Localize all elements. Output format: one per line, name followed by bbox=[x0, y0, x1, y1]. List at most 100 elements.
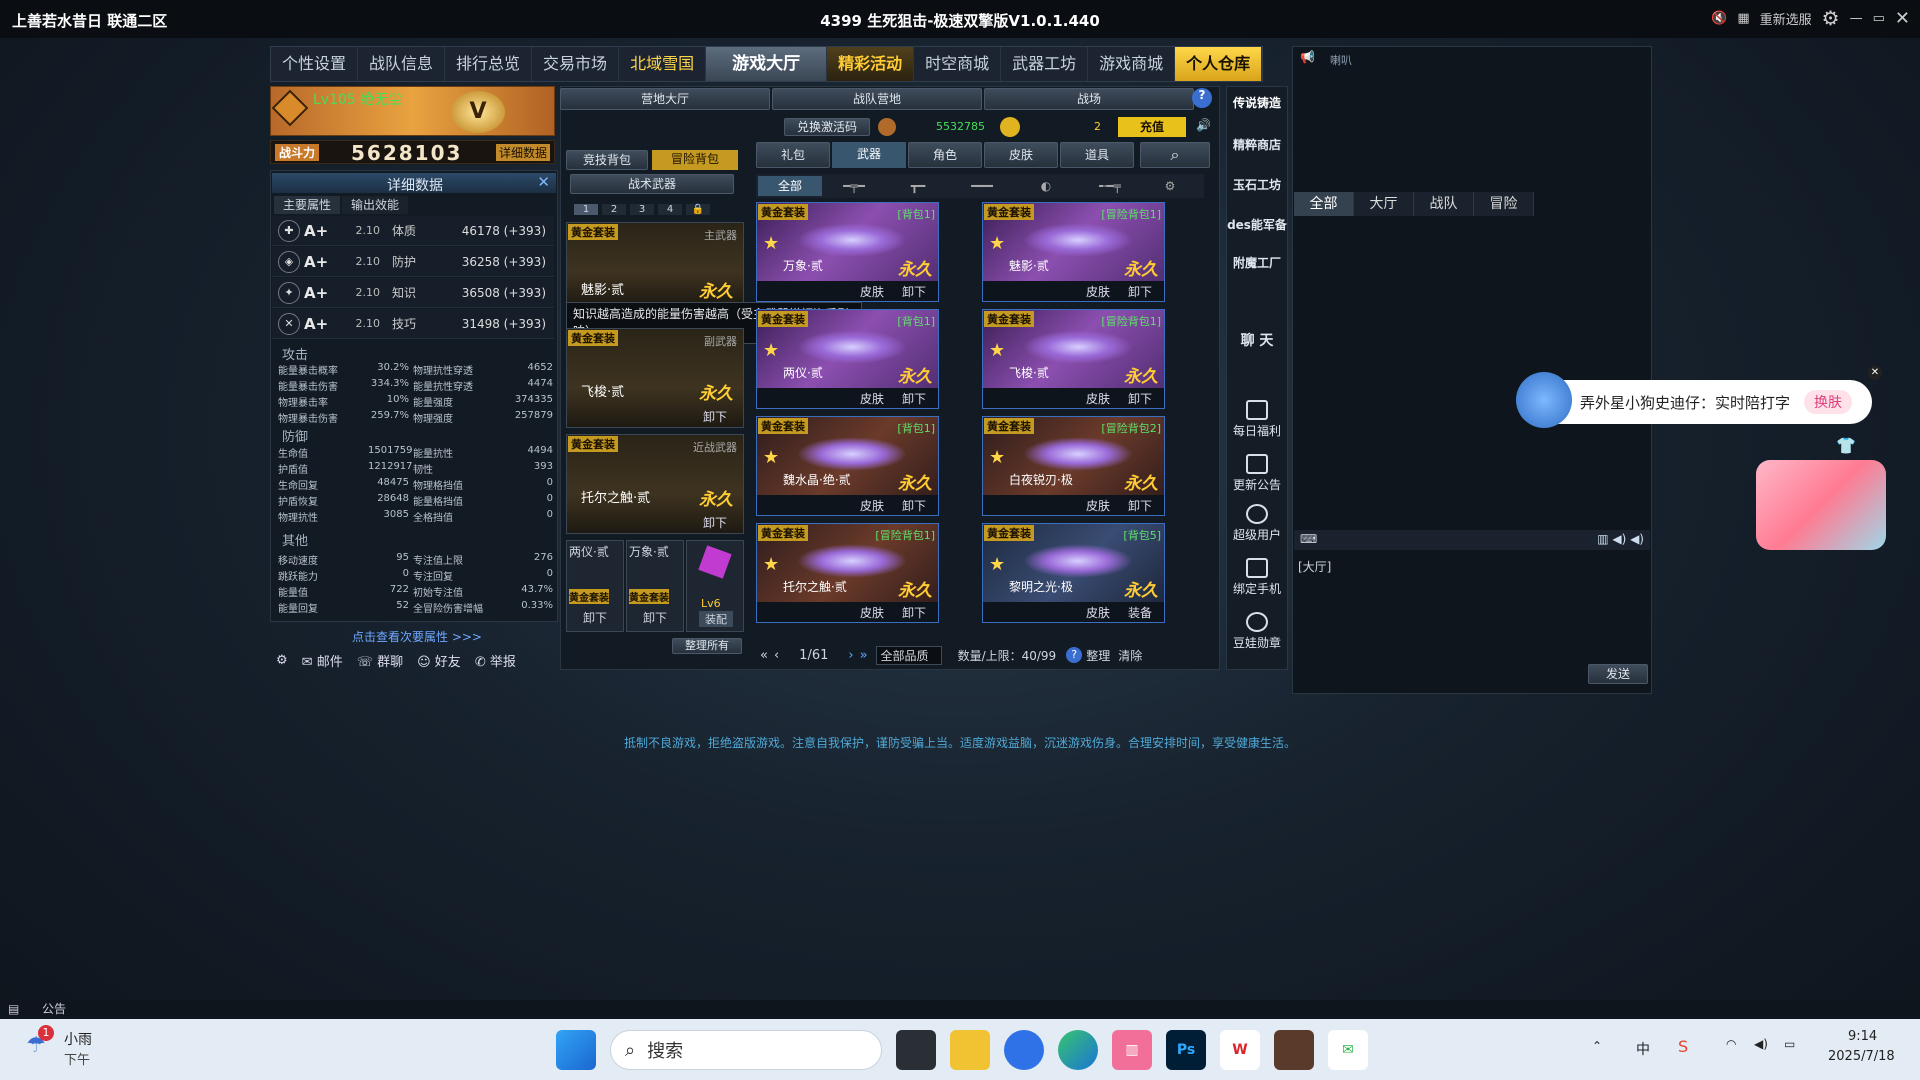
watermelon-widget[interactable] bbox=[1756, 460, 1886, 550]
item-card[interactable]: 黄金套装 [背包5] ★ 黎明之光·极 永久 皮肤 装备 bbox=[982, 523, 1165, 623]
nav-rank[interactable]: 排行总览 bbox=[445, 47, 533, 81]
equipped-primary[interactable]: 黄金套装 主武器 魅影·贰 永久 bbox=[566, 222, 744, 306]
filter-all[interactable]: 全部 bbox=[758, 176, 822, 196]
report-button[interactable]: ✆ 举报 bbox=[475, 651, 516, 670]
feature-jade-workshop[interactable]: 玉石工坊 bbox=[1227, 176, 1287, 193]
unequip-button[interactable]: 卸下 bbox=[902, 497, 926, 514]
detail-tab-output[interactable]: 输出效能 bbox=[342, 196, 408, 214]
chat-tab-all[interactable]: 全部 bbox=[1294, 192, 1354, 216]
chat-tab-team[interactable]: 战队 bbox=[1414, 192, 1474, 216]
skin-button[interactable]: 皮肤 bbox=[1086, 497, 1110, 514]
item-card[interactable]: 黄金套装 [冒险背包1] ★ 托尔之触·贰 永久 皮肤 卸下 bbox=[756, 523, 939, 623]
last-page-icon[interactable]: » bbox=[860, 648, 868, 663]
task-view-icon[interactable] bbox=[896, 1030, 936, 1070]
mail-button[interactable]: ✉ 邮件 bbox=[302, 651, 343, 670]
grid-icon[interactable]: ▦ bbox=[1737, 11, 1749, 26]
nav-events[interactable]: 精彩活动 bbox=[827, 47, 915, 81]
more-attrs-link[interactable]: 点击查看次要属性 >>> bbox=[352, 628, 482, 645]
clear-button[interactable]: 清除 bbox=[1118, 647, 1142, 664]
float-close-icon[interactable]: ✕ bbox=[1868, 366, 1882, 380]
detail-close-icon[interactable]: ✕ bbox=[537, 173, 550, 191]
bulletin-label[interactable]: 公告 bbox=[42, 1002, 66, 1016]
rifle-icon[interactable]: ━╤━ bbox=[822, 179, 886, 193]
game-icon[interactable] bbox=[1274, 1030, 1314, 1070]
nav-snow[interactable]: 北域雪国 bbox=[619, 47, 707, 81]
sort-button[interactable]: 整理 bbox=[1086, 647, 1110, 664]
browser-icon[interactable] bbox=[1004, 1030, 1044, 1070]
nav-warehouse[interactable]: 个人仓库 bbox=[1175, 47, 1263, 81]
shirt-icon[interactable]: 👕 bbox=[1836, 436, 1856, 455]
feature-essence-shop[interactable]: 精粹商店 bbox=[1227, 136, 1287, 153]
first-page-icon[interactable]: « bbox=[760, 648, 768, 663]
nav-time-shop[interactable]: 时空商城 bbox=[914, 47, 1002, 81]
skin-button[interactable]: 皮肤 bbox=[860, 283, 884, 300]
unequip-button[interactable]: 卸下 bbox=[1128, 497, 1152, 514]
unequip-button[interactable]: 卸下 bbox=[567, 609, 623, 626]
ime-indicator[interactable]: 中 bbox=[1636, 1039, 1650, 1059]
quality-select[interactable]: 全部品质 bbox=[875, 645, 942, 665]
update-notice[interactable]: 更新公告 bbox=[1227, 454, 1287, 493]
chat-tab-adventure[interactable]: 冒险 bbox=[1474, 192, 1534, 216]
skin-button[interactable]: 皮肤 bbox=[1086, 604, 1110, 621]
super-user[interactable]: 超级用户 bbox=[1227, 504, 1287, 543]
mute-icon[interactable]: 🔇 bbox=[1711, 11, 1727, 26]
nav-hall[interactable]: 游戏大厅 bbox=[706, 47, 828, 81]
daily-welfare[interactable]: 每日福利 bbox=[1227, 400, 1287, 439]
tab-battlefield[interactable]: 战场 bbox=[984, 88, 1194, 110]
detail-tab-main[interactable]: 主要属性 bbox=[274, 196, 340, 214]
help-icon[interactable]: ? bbox=[1192, 88, 1212, 108]
unequip-button[interactable]: 卸下 bbox=[1128, 390, 1152, 407]
minimize-icon[interactable]: — bbox=[1850, 11, 1863, 26]
skin-button[interactable]: 皮肤 bbox=[860, 497, 884, 514]
unequip-button[interactable]: 卸下 bbox=[902, 604, 926, 621]
sniper-icon[interactable]: ━━━ bbox=[950, 179, 1014, 193]
maximize-icon[interactable]: ▭ bbox=[1873, 11, 1885, 26]
heavy-icon[interactable]: ╾━╤ bbox=[1078, 179, 1142, 193]
equipped-melee[interactable]: 黄金套装 近战武器 托尔之触·贰 永久 卸下 bbox=[566, 434, 744, 534]
sogou-icon[interactable]: S bbox=[1678, 1037, 1688, 1056]
unequip-button[interactable]: 卸下 bbox=[703, 408, 727, 425]
equipped-secondary[interactable]: 黄金套装 副武器 飞梭·贰 永久 卸下 bbox=[566, 328, 744, 428]
cat-skin[interactable]: 皮肤 bbox=[984, 142, 1058, 168]
special-gear-icon[interactable]: ⚙ bbox=[1142, 179, 1198, 193]
charge-button[interactable]: 充值 bbox=[1118, 117, 1186, 137]
wechat-icon[interactable]: ✉ bbox=[1328, 1030, 1368, 1070]
photoshop-icon[interactable]: Ps bbox=[1166, 1030, 1206, 1070]
wps-icon[interactable]: W bbox=[1220, 1030, 1260, 1070]
item-card[interactable]: 黄金套装 [背包1] ★ 两仪·贰 永久 皮肤 卸下 bbox=[756, 309, 939, 409]
cat-character[interactable]: 角色 bbox=[908, 142, 982, 168]
clock-time[interactable]: 9:14 bbox=[1848, 1029, 1877, 1044]
equip-button[interactable]: 装配 bbox=[699, 611, 733, 627]
chat-tool-icons[interactable]: ▥ ◀) ◀) bbox=[1597, 532, 1644, 546]
small-slot[interactable]: 两仪·贰 黄金套装 卸下 bbox=[566, 540, 624, 632]
doll-medal[interactable]: 豆娃勋章 bbox=[1227, 612, 1287, 651]
feature-enchant[interactable]: 附魔工厂 bbox=[1227, 254, 1287, 271]
chat-tab-hall[interactable]: 大厅 bbox=[1354, 192, 1414, 216]
skin-button[interactable]: 皮肤 bbox=[860, 604, 884, 621]
settings-icon[interactable]: ⚙ bbox=[276, 653, 288, 668]
cat-item[interactable]: 道具 bbox=[1060, 142, 1134, 168]
bind-phone[interactable]: 绑定手机 bbox=[1227, 558, 1287, 597]
skin-button[interactable]: 皮肤 bbox=[1086, 283, 1110, 300]
nav-market[interactable]: 交易市场 bbox=[532, 47, 620, 81]
float-banner[interactable]: 弄外星小狗史迪仔：实时陪打字 换肤 bbox=[1528, 380, 1872, 424]
page-2[interactable]: 2 bbox=[602, 204, 626, 215]
reselect-server[interactable]: 重新选服 bbox=[1760, 9, 1812, 28]
cat-gift[interactable]: 礼包 bbox=[756, 142, 830, 168]
page-4[interactable]: 4 bbox=[658, 204, 682, 215]
pistol-icon[interactable]: ┳━ bbox=[886, 179, 950, 193]
feature-arms[interactable]: des能军备 bbox=[1227, 216, 1287, 233]
volume-icon[interactable]: ◀) bbox=[1754, 1037, 1768, 1051]
close-icon[interactable]: ✕ bbox=[1895, 8, 1910, 29]
speaker-icon[interactable]: 🔊 bbox=[1196, 118, 1211, 132]
nav-team[interactable]: 战队信息 bbox=[358, 47, 446, 81]
send-button[interactable]: 发送 bbox=[1588, 664, 1648, 684]
detail-data-button[interactable]: 详细数据 bbox=[495, 144, 550, 161]
unequip-button[interactable]: 卸下 bbox=[902, 390, 926, 407]
unequip-button[interactable]: 卸下 bbox=[703, 514, 727, 531]
next-page-icon[interactable]: › bbox=[848, 648, 853, 663]
prev-page-icon[interactable]: ‹ bbox=[774, 648, 779, 663]
grenade-icon[interactable]: ◐ bbox=[1014, 179, 1078, 193]
skin-button[interactable]: 皮肤 bbox=[1086, 390, 1110, 407]
nav-shop[interactable]: 游戏商城 bbox=[1088, 47, 1176, 81]
